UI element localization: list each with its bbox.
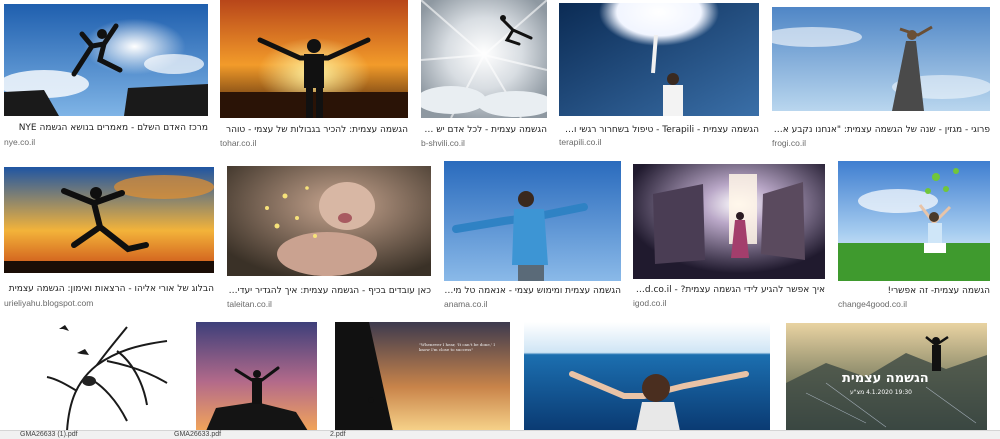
result-caption-2[interactable]: הגשמה עצמית: להכיר בגבולות של עצמי - טוה… [220, 125, 408, 135]
download-item-2[interactable]: GMA26633.pdf [174, 431, 221, 438]
result-card-5[interactable]: פרוגי - מגזין - שנה של הגשמה עצמית: "אנח… [772, 7, 990, 150]
poster-title: הגשמה עצמית [842, 371, 929, 386]
result-domain-3: b-shvili.co.il [421, 138, 465, 148]
result-domain-9: igod.co.il [633, 298, 667, 308]
result-card-8[interactable]: הגשמה עצמית ומימוש עצמי - אנאמה טל מילר … [444, 161, 621, 310]
result-domain-2: tohar.co.il [220, 138, 257, 148]
result-domain-6: urieliyahu.blogspot.com [4, 298, 94, 308]
quote-text: "Whenever I hear, 'It can't be done,' I … [419, 342, 495, 352]
result-caption-8[interactable]: הגשמה עצמית ומימוש עצמי - אנאמה טל מילר … [444, 286, 621, 296]
result-card-11[interactable] [7, 321, 178, 431]
result-caption-1[interactable]: מרכז האדם השלם - מאמרים בנושא הגשמה NYE [4, 123, 208, 133]
result-card-15[interactable]: הגשמה עצמית 19:30 4.1.2020 מצ"ע [786, 323, 987, 431]
result-image-12[interactable] [196, 322, 317, 431]
result-card-4[interactable]: הגשמה עצמית - Terapili - טיפול בשחרור רג… [559, 3, 759, 150]
result-card-3[interactable]: הגשמה עצמית - לכל אדם יש שביל ... - Shvi… [421, 0, 547, 150]
result-domain-10: change4good.co.il [838, 299, 908, 309]
result-domain-7: taleitan.co.il [227, 299, 272, 309]
result-image-13[interactable] [335, 322, 510, 431]
result-caption-3[interactable]: הגשמה עצמית - לכל אדם יש שביל ... - Shvi… [421, 125, 547, 135]
download-item-1[interactable]: GMA26633 (1).pdf [20, 431, 78, 438]
result-image-3[interactable] [421, 0, 547, 118]
result-domain-4: terapili.co.il [559, 137, 602, 147]
result-card-9[interactable]: איך אפשר להגיע לידי הגשמה עצמית? - iGod.… [633, 164, 825, 310]
result-image-11[interactable] [7, 321, 178, 431]
result-image-7[interactable] [227, 166, 431, 276]
poster-subtitle: 19:30 4.1.2020 מצ"ע [850, 389, 912, 396]
result-card-10[interactable]: הגשמה עצמית- זה אפשרי! change4good.co.il [838, 161, 990, 310]
result-image-10[interactable] [838, 161, 990, 281]
result-card-7[interactable]: כאן עובדים בכיף - הגשמה עצמית: איך להגדי… [227, 166, 431, 310]
result-card-1[interactable]: מרכז האדם השלם - מאמרים בנושא הגשמה NYE … [4, 4, 208, 150]
result-image-9[interactable] [633, 164, 825, 279]
result-card-12[interactable] [196, 322, 317, 431]
result-caption-5[interactable]: פרוגי - מגזין - שנה של הגשמה עצמית: "אנח… [772, 125, 990, 135]
result-image-14[interactable] [524, 322, 770, 431]
result-caption-6[interactable]: הבלוג של אורי אליהו - הרצאות ואימון: הגש… [4, 284, 214, 294]
result-caption-10[interactable]: הגשמה עצמית- זה אפשרי! [838, 286, 990, 296]
result-card-2[interactable]: הגשמה עצמית: להכיר בגבולות של עצמי - טוה… [220, 0, 408, 150]
result-domain-1: nye.co.il [4, 137, 36, 147]
result-image-6[interactable] [4, 167, 214, 273]
result-image-8[interactable] [444, 161, 621, 281]
result-caption-7[interactable]: כאן עובדים בכיף - הגשמה עצמית: איך להגדי… [227, 286, 431, 296]
download-item-3[interactable]: 2.pdf [330, 431, 346, 438]
result-domain-5: frogi.co.il [772, 138, 807, 148]
result-image-1[interactable] [4, 4, 208, 116]
result-caption-4[interactable]: הגשמה עצמית - Terapili - טיפול בשחרור רג… [559, 125, 759, 135]
result-image-5[interactable] [772, 7, 990, 111]
result-image-4[interactable] [559, 3, 759, 116]
result-domain-8: anama.co.il [444, 299, 488, 309]
result-caption-9[interactable]: איך אפשר להגיע לידי הגשמה עצמית? - iGod.… [633, 285, 825, 295]
result-card-6[interactable]: הבלוג של אורי אליהו - הרצאות ואימון: הגש… [4, 167, 214, 310]
result-image-2[interactable] [220, 0, 408, 118]
downloads-bar: GMA26633 (1).pdf GMA26633.pdf 2.pdf [0, 430, 1000, 439]
result-card-14[interactable] [524, 322, 770, 431]
result-card-13[interactable]: "Whenever I hear, 'It can't be done,' I … [335, 322, 510, 431]
